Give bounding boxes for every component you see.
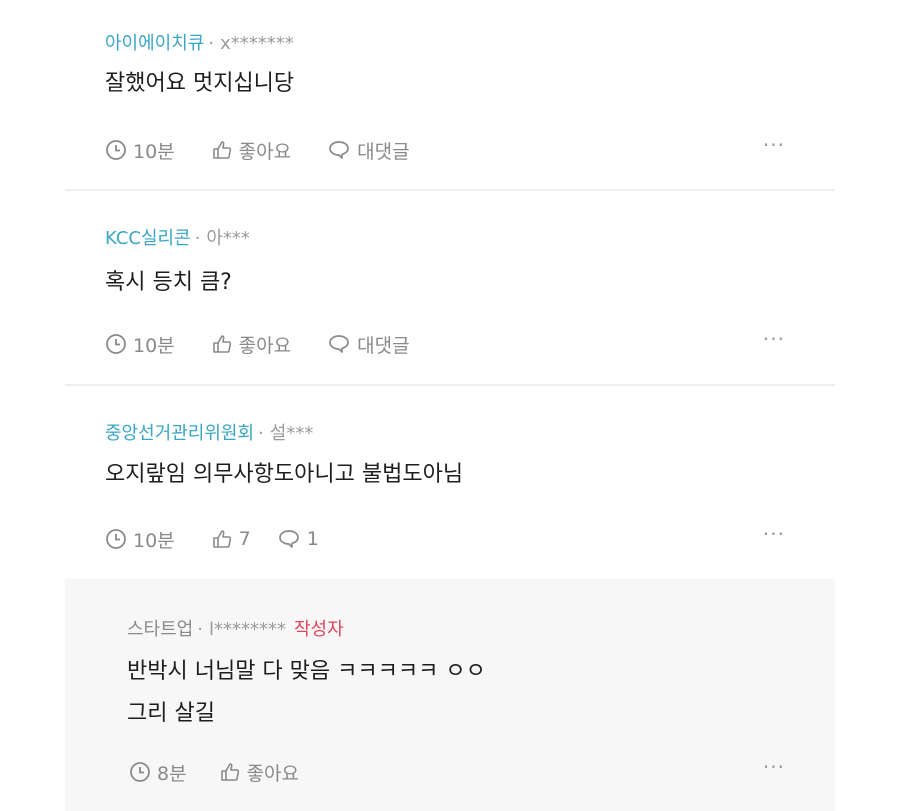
comment-meta: 중앙선거관리위원회 · 설*** [105,423,313,445]
like-button[interactable]: 좋아요 [211,137,291,164]
time-label: 8분 [157,762,187,785]
comment-item: 아이에이치큐 · x******* 잘했어요 멋지십니당 10분 좋아요 대댓글 ·… [65,0,835,190]
comment-author[interactable]: 중앙선거관리위원회 [105,423,254,444]
time-label: 10분 [133,334,175,357]
like-button[interactable]: 좋아요 [219,759,299,786]
like-label: 좋아요 [238,140,292,163]
comment-item: KCC실리콘 · 아*** 혹시 등치 큼? 10분 좋아요 대댓글 ··· [65,191,835,383]
like-count: 7 [238,528,251,550]
comment-item: 중앙선거관리위원회 · 설*** 오지랖임 의무사항도아니고 불법도아님 10분 7… [65,386,835,578]
thumbs-up-icon [212,335,231,353]
reply-button[interactable]: 1 [277,528,319,550]
thumbs-up-icon [212,141,231,159]
comment-author[interactable]: 아이에이치큐 [105,33,204,54]
reply-button[interactable]: 대댓글 [327,137,410,164]
thumbs-up-icon [212,530,231,548]
like-button[interactable]: 좋아요 [211,331,291,358]
comment-actions: 10분 좋아요 대댓글 [105,137,446,163]
clock-icon [106,334,126,354]
comment-text: 혹시 등치 큼? [105,270,232,295]
meta-separator: · [208,33,215,54]
comment-author[interactable]: KCC실리콘 [105,228,191,249]
reply-item: 스타트업 · l******** 작성자 반박시 너님말 다 맞음 ㅋㅋㅋㅋㅋ ㅇㅇ … [65,579,835,811]
clock-icon [130,762,150,782]
like-label: 좋아요 [238,334,292,357]
more-icon[interactable]: ··· [763,757,785,777]
speech-bubble-icon [278,530,299,548]
comment-meta: 아이에이치큐 · x******* [105,33,294,55]
reply-text-line: 그리 살길 [127,701,215,726]
masked-username: 아*** [206,228,250,249]
like-button[interactable]: 7 [211,528,251,550]
reply-meta: 스타트업 · l******** 작성자 [127,619,344,641]
reply-actions: 8분 좋아요 [129,759,335,785]
reply-label: 대댓글 [357,140,410,163]
reply-text: 반박시 너님말 다 맞음 ㅋㅋㅋㅋㅋ ㅇㅇ 그리 살길 [127,651,486,735]
time-ago: 8분 [129,759,187,786]
time-ago: 10분 [105,137,175,164]
time-label: 10분 [133,140,175,163]
meta-separator: · [194,228,201,249]
comment-actions: 10분 좋아요 대댓글 [105,331,446,357]
comment-meta: KCC실리콘 · 아*** [105,228,250,250]
reply-count: 1 [306,528,319,550]
comment-actions: 10분 7 1 [105,526,355,552]
comment-text: 잘했어요 멋지십니당 [105,71,295,96]
masked-username: x******* [220,33,294,54]
comment-text: 오지랖임 의무사항도아니고 불법도아님 [105,462,464,487]
meta-separator: · [197,619,203,640]
reply-author[interactable]: 스타트업 [127,619,193,640]
reply-button[interactable]: 대댓글 [327,331,410,358]
more-icon[interactable]: ··· [763,329,785,349]
time-label: 10분 [133,529,175,552]
clock-icon [106,140,126,160]
more-icon[interactable]: ··· [763,524,785,544]
speech-bubble-icon [329,335,349,353]
thumbs-up-icon [220,763,239,781]
like-label: 좋아요 [246,762,300,785]
comment-list: 아이에이치큐 · x******* 잘했어요 멋지십니당 10분 좋아요 대댓글 ·… [0,0,900,811]
speech-bubble-icon [329,141,349,159]
masked-username: l******** [208,619,286,640]
reply-text-line: 반박시 너님말 다 맞음 ㅋㅋㅋㅋㅋ ㅇㅇ [127,659,486,684]
meta-separator: · [258,423,264,444]
clock-icon [106,529,126,549]
author-badge: 작성자 [294,619,344,640]
time-ago: 10분 [105,526,175,553]
time-ago: 10분 [105,331,175,358]
more-icon[interactable]: ··· [763,135,785,155]
reply-label: 대댓글 [357,334,410,357]
masked-username: 설*** [269,423,314,444]
